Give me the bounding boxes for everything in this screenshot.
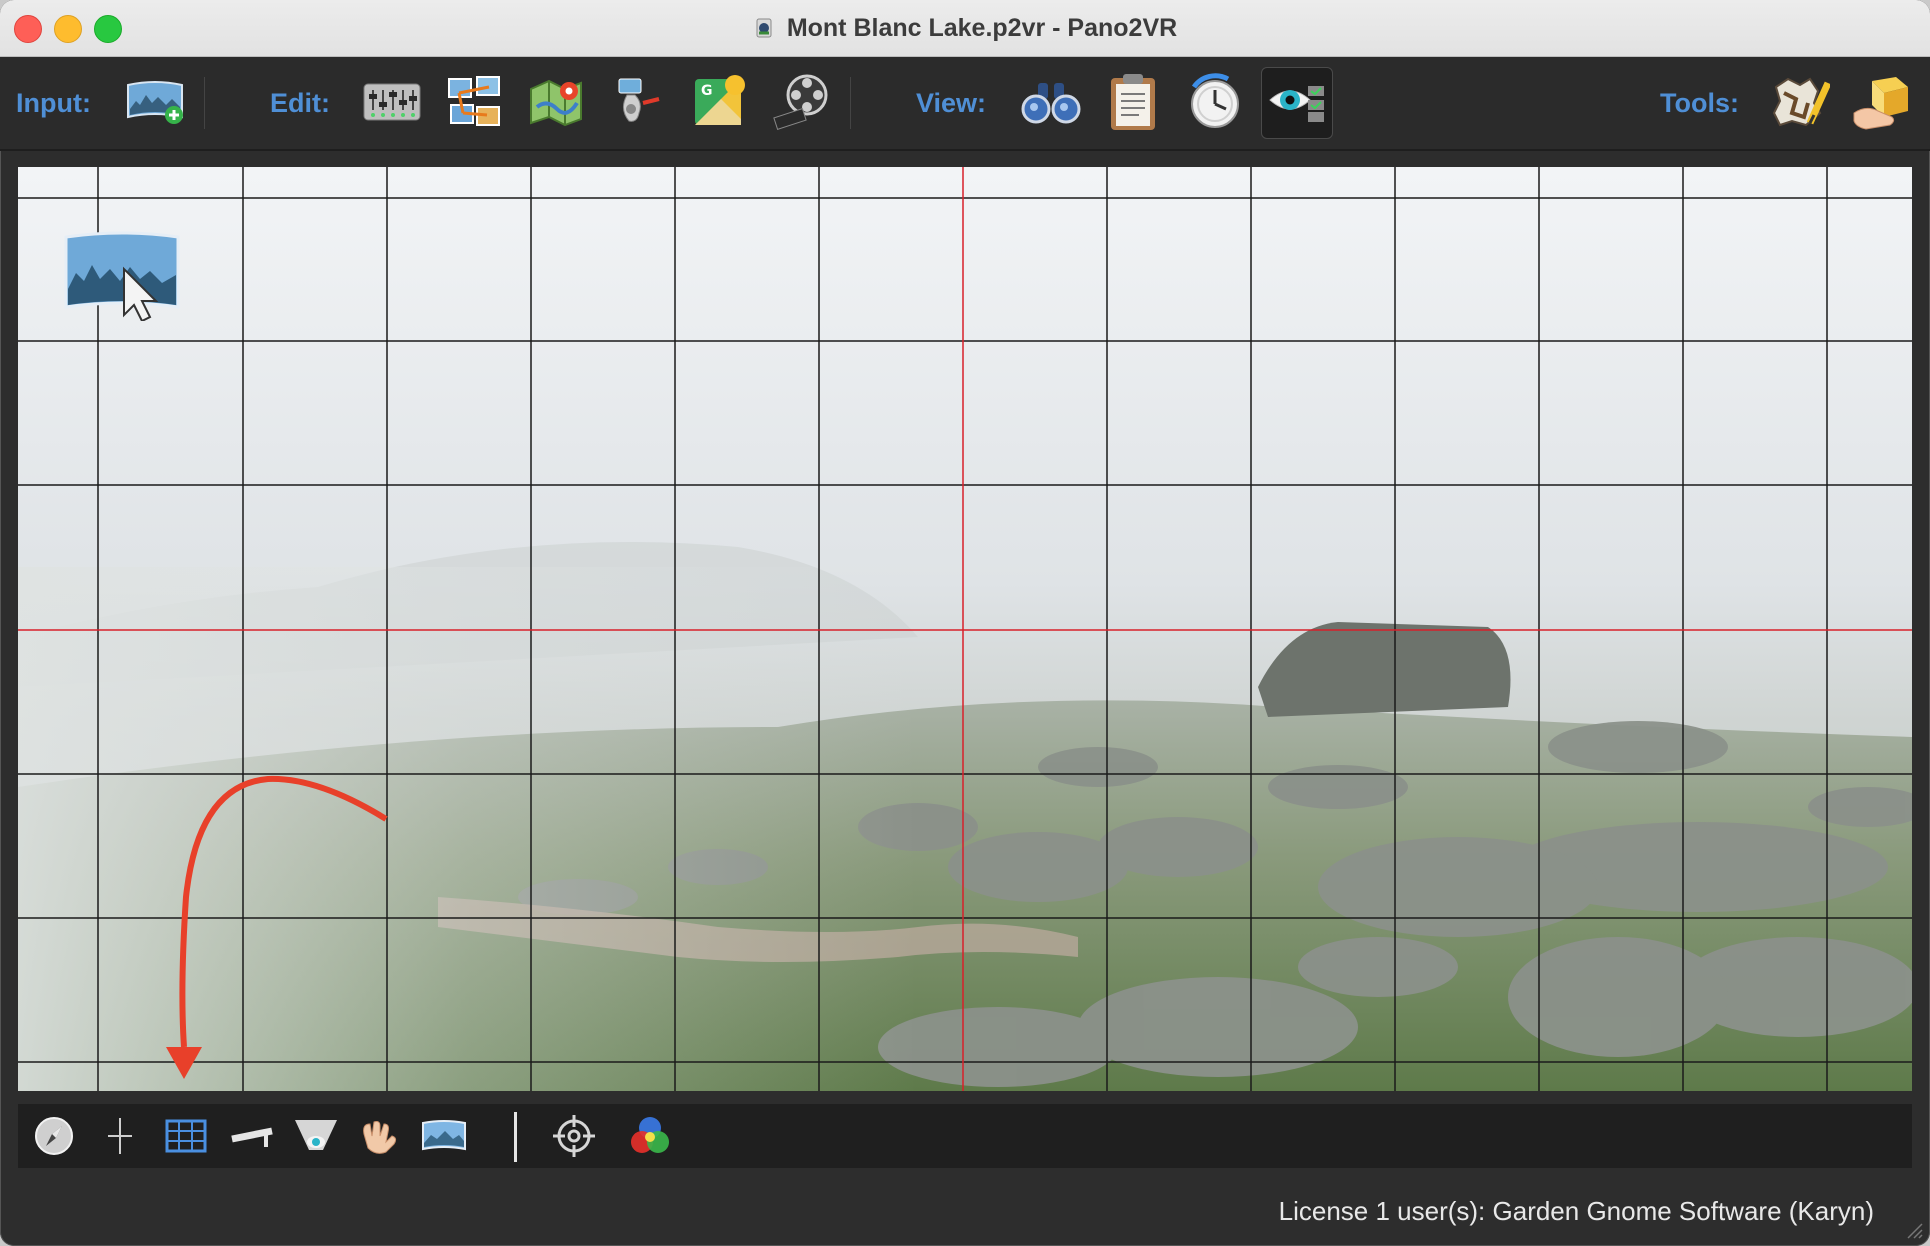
panorama-viewport[interactable] [18, 167, 1912, 1091]
toolbar-separator [204, 77, 205, 129]
compass-button[interactable] [28, 1110, 80, 1162]
clipboard-notes-icon [1111, 74, 1155, 130]
level-button[interactable] [226, 1110, 278, 1162]
clipboard-notes-button[interactable] [1098, 67, 1168, 137]
edit-label: Edit: [270, 87, 330, 118]
license-text: License 1 user(s): Garden Gnome Software… [1278, 1195, 1874, 1226]
target-icon [553, 1115, 595, 1157]
google-street-view-icon: G [695, 75, 745, 125]
audio-icon [618, 78, 660, 122]
panorama-frame-button[interactable] [418, 1110, 470, 1162]
transform-hand-icon [1853, 77, 1908, 130]
resize-grip-icon[interactable] [1900, 1216, 1924, 1240]
view-label: View: [916, 87, 987, 118]
animation-icon [773, 74, 828, 130]
audio-button[interactable] [603, 67, 673, 137]
status-bar: License 1 user(s): Garden Gnome Software… [0, 1180, 1930, 1246]
tools-label: Tools: [1660, 87, 1739, 118]
import-panorama-button[interactable] [120, 67, 190, 137]
window-title: Mont Blanc Lake.p2vr - Pano2VR [786, 13, 1178, 42]
level-icon [231, 1127, 273, 1147]
localization-map-icon [1772, 77, 1830, 127]
field-of-view-button[interactable] [290, 1110, 342, 1162]
color-channels-icon [631, 1117, 669, 1153]
color-channels-button[interactable] [624, 1110, 676, 1162]
title-bar: Mont Blanc Lake.p2vr - Pano2VR [0, 0, 1930, 57]
window-title-container: Mont Blanc Lake.p2vr - Pano2VR [0, 0, 1930, 56]
patch-button[interactable] [439, 67, 509, 137]
input-label: Input: [16, 87, 91, 118]
properties-button[interactable] [357, 67, 427, 137]
google-street-view-button[interactable]: G [685, 67, 755, 137]
target-button[interactable] [548, 1110, 600, 1162]
app-window: Mont Blanc Lake.p2vr - Pano2VR Input: Ed… [0, 0, 1930, 1246]
panorama-frame-icon [422, 1120, 466, 1151]
compass-icon [35, 1117, 73, 1155]
document-icon [756, 18, 772, 38]
crosshair-plus-button[interactable] [94, 1110, 146, 1162]
grid-button[interactable] [160, 1110, 212, 1162]
user-data-icon [1191, 73, 1239, 128]
viewport-toolbar [18, 1104, 1912, 1168]
viewing-parameters-icon [1269, 86, 1324, 122]
tour-map-button[interactable] [521, 67, 591, 137]
toolbar-separator [514, 1112, 517, 1162]
panorama-image [18, 167, 1912, 1091]
import-panorama-icon [127, 81, 183, 124]
hand-icon [363, 1121, 397, 1154]
viewing-parameters-button[interactable] [1261, 67, 1333, 139]
localization-map-button[interactable] [1765, 67, 1835, 137]
animation-button[interactable] [767, 67, 837, 137]
viewer-binoculars-icon [1021, 83, 1081, 124]
user-data-button[interactable] [1180, 67, 1250, 137]
tour-map-icon [530, 79, 582, 127]
hand-button[interactable] [354, 1110, 406, 1162]
transform-hand-button[interactable] [1847, 67, 1917, 137]
properties-icon [363, 83, 421, 121]
grid-icon [165, 1119, 207, 1153]
svg-text:G: G [701, 83, 713, 99]
crosshair-plus-icon [108, 1118, 132, 1154]
main-toolbar: Input: Edit: G View: Tools: [0, 57, 1930, 151]
patch-icon [448, 76, 500, 126]
field-of-view-icon [295, 1120, 337, 1150]
toolbar-separator [850, 77, 851, 129]
panorama-cursor-icon[interactable] [62, 229, 182, 321]
viewer-binoculars-button[interactable] [1016, 67, 1086, 137]
